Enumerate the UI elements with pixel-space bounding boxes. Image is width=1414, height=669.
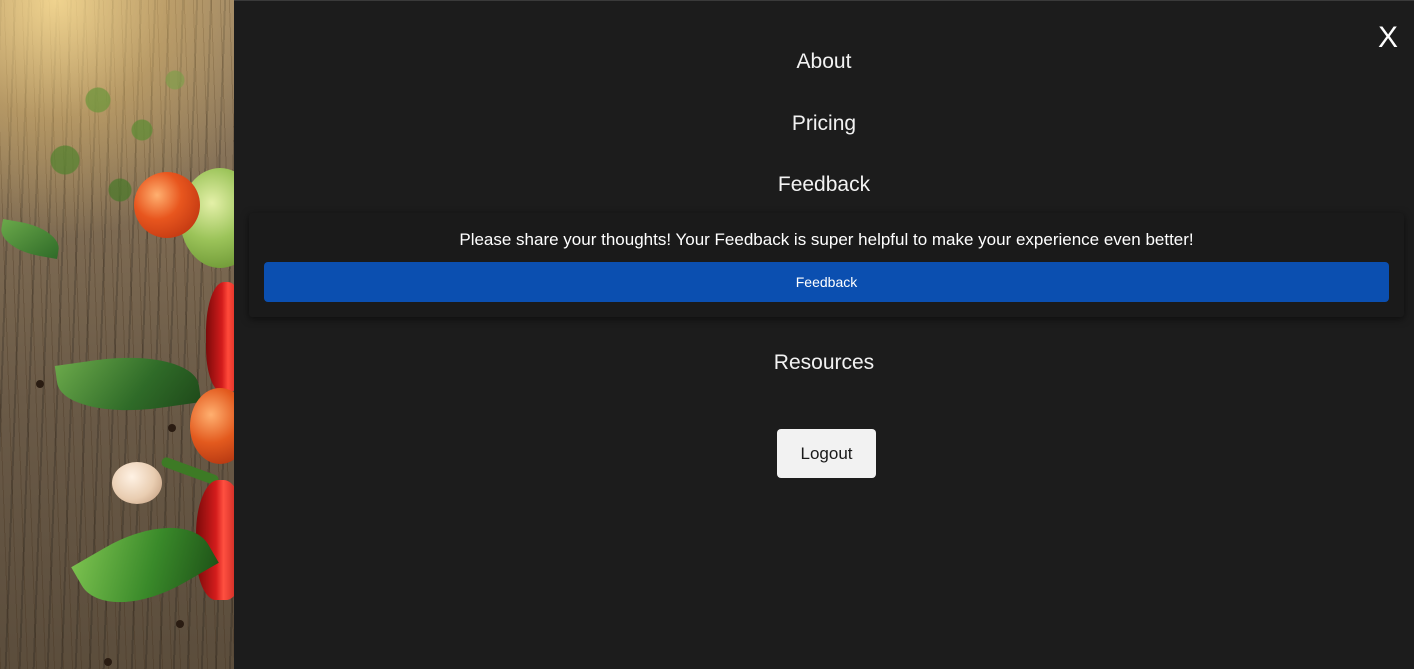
peppercorn: [176, 620, 184, 628]
tomato: [134, 172, 200, 238]
nav-link-pricing[interactable]: Pricing: [234, 111, 1414, 137]
background-photo: [0, 0, 236, 669]
peppercorn: [104, 658, 112, 666]
app-screen: X About Pricing Feedback Please share yo…: [0, 0, 1414, 669]
garlic-clove: [112, 462, 162, 504]
feedback-message: Please share your thoughts! Your Feedbac…: [459, 230, 1194, 249]
red-pepper: [206, 282, 236, 392]
navigation-menu-overlay: X About Pricing Feedback Please share yo…: [234, 0, 1414, 669]
feedback-card: Please share your thoughts! Your Feedbac…: [249, 213, 1404, 317]
feedback-button[interactable]: Feedback: [264, 262, 1389, 302]
logout-button[interactable]: Logout: [777, 429, 876, 478]
nav-link-about[interactable]: About: [234, 49, 1414, 75]
peppercorn: [36, 380, 44, 388]
basil-leaf: [54, 346, 202, 422]
nav-link-feedback[interactable]: Feedback: [234, 172, 1414, 198]
peppercorn: [168, 424, 176, 432]
nav-link-resources[interactable]: Resources: [234, 350, 1414, 376]
tomato: [190, 388, 236, 464]
